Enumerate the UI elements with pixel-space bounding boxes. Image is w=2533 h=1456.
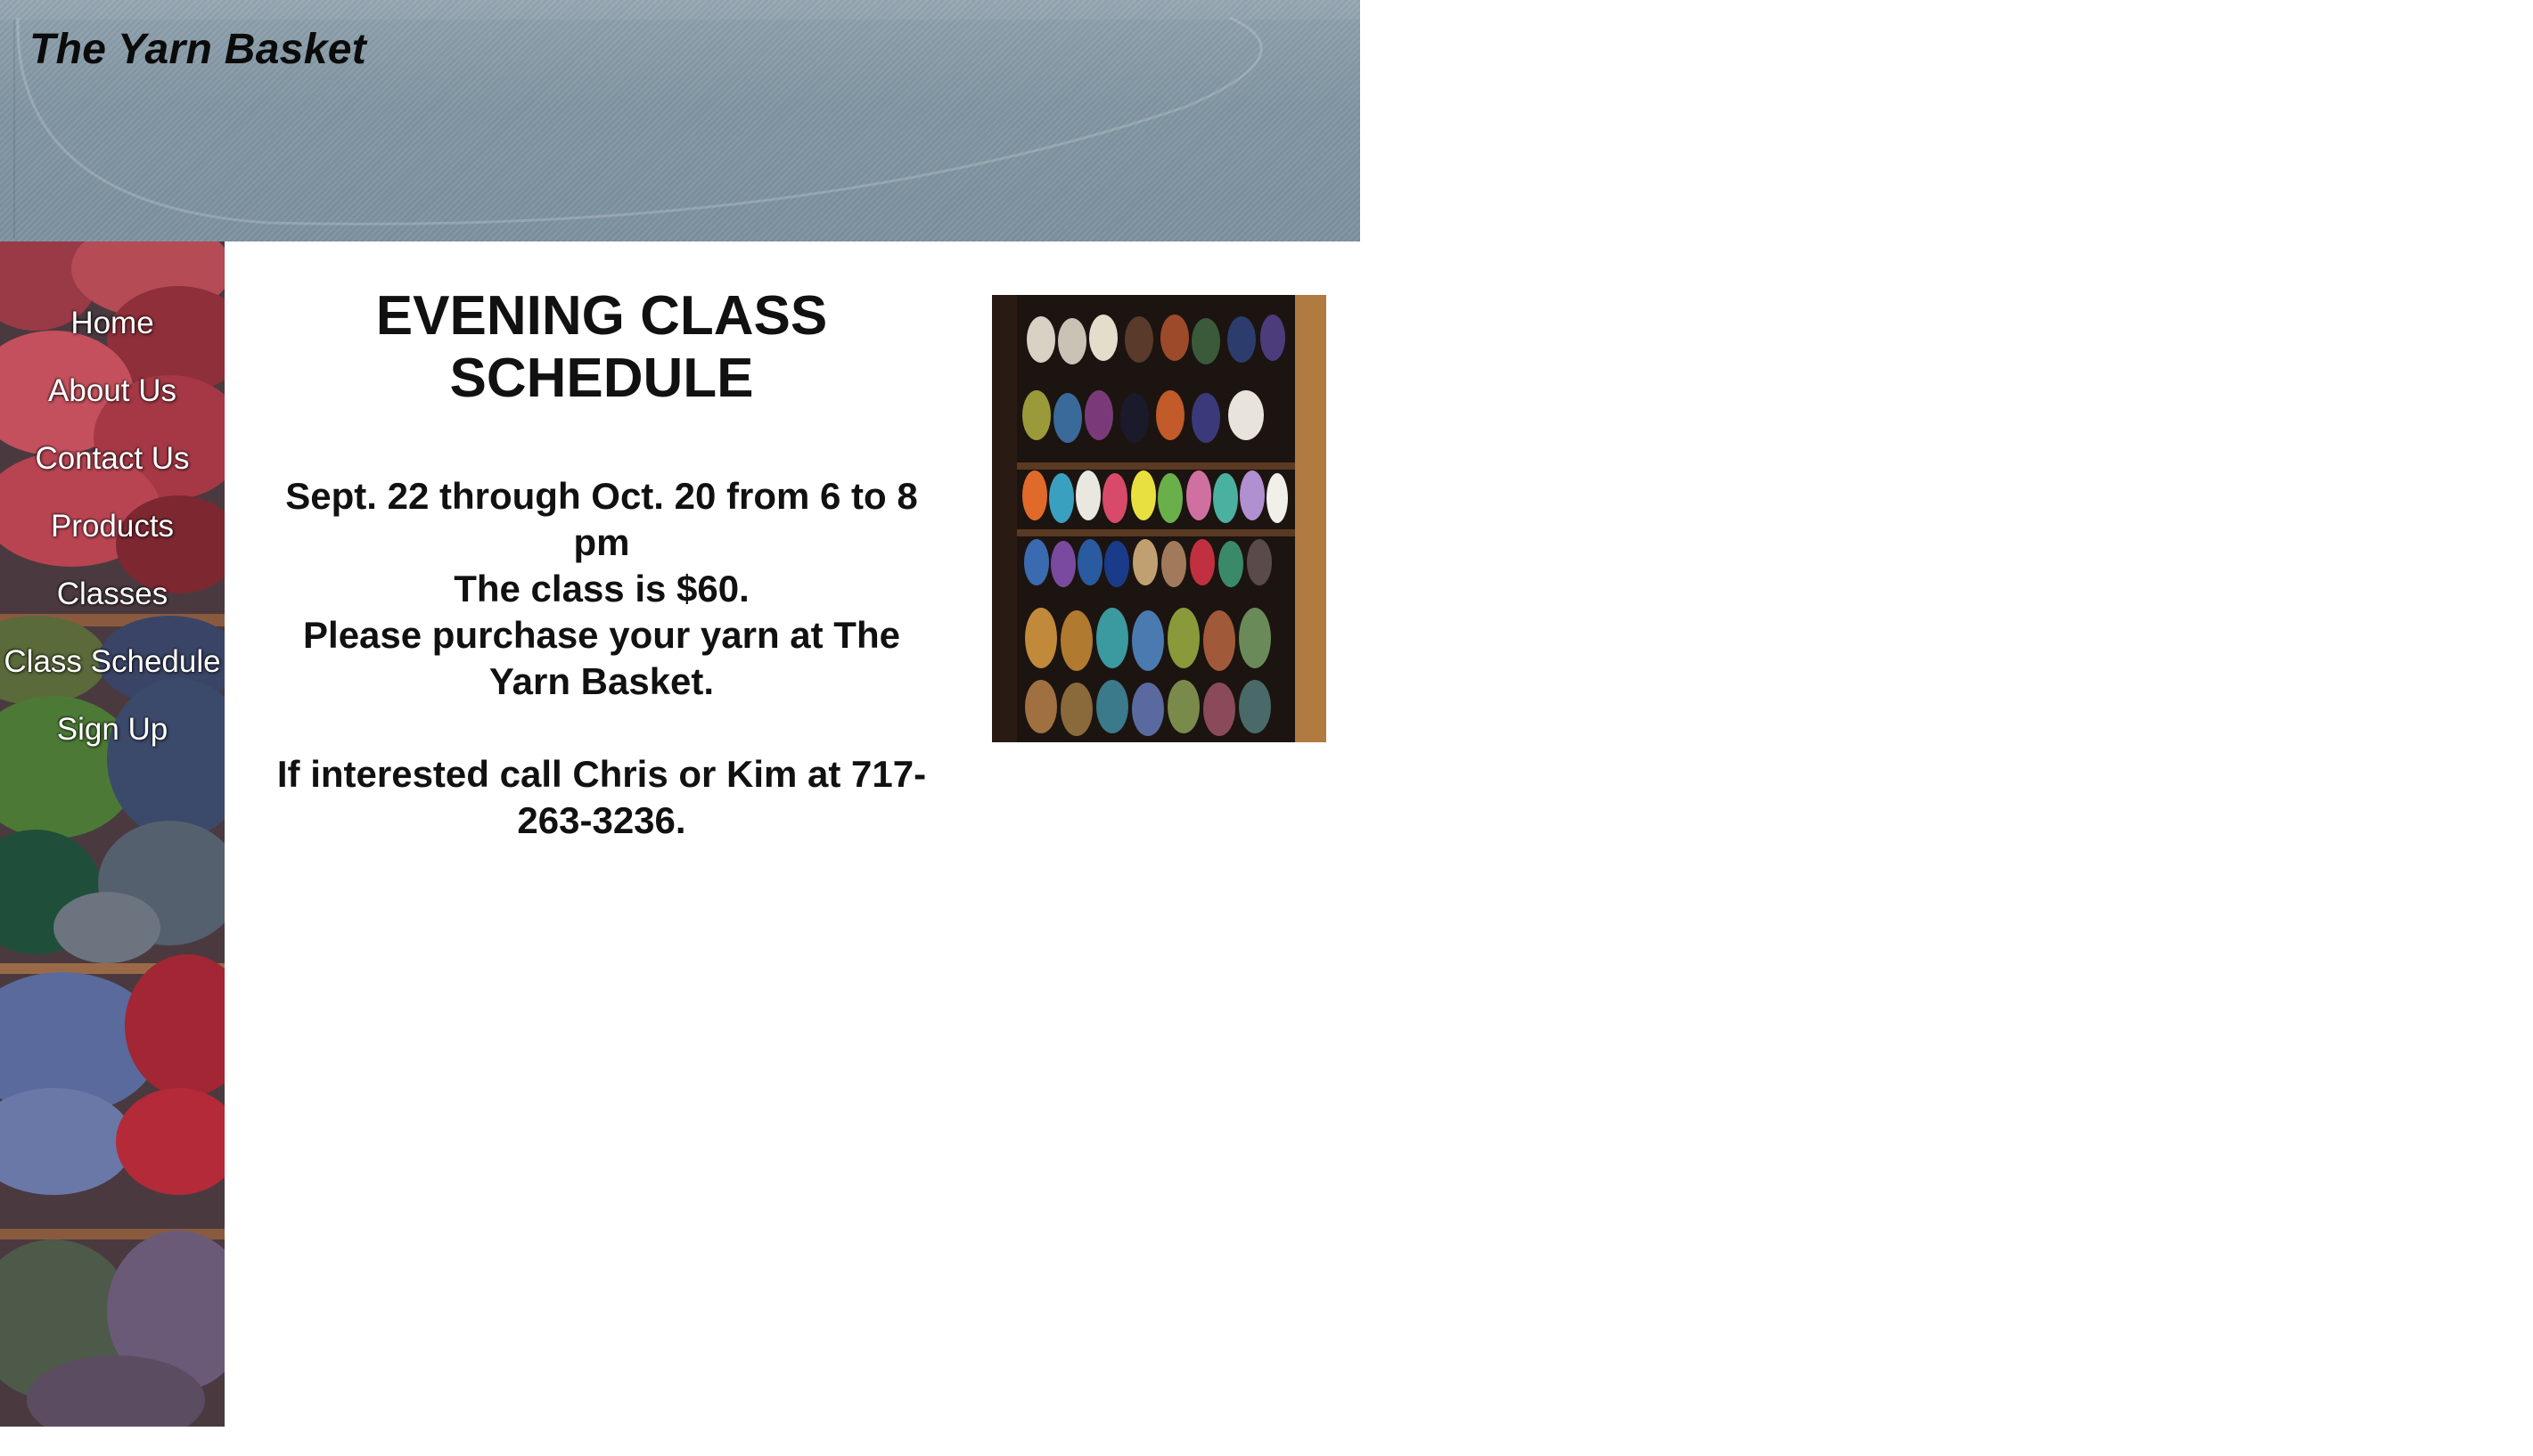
shelf-row-4	[1024, 539, 1272, 587]
contact-info: If interested call Chris or Kim at 717-2…	[276, 753, 927, 841]
nav-link-products[interactable]: Products	[51, 493, 174, 560]
nav-item-about-us: About Us	[0, 357, 225, 425]
nav-item-home: Home	[0, 290, 225, 357]
nav-link-home[interactable]: Home	[70, 290, 153, 357]
purchase-note: Please purchase your yarn at The Yarn Ba…	[303, 614, 900, 702]
header-banner: The Yarn Basket	[0, 0, 1360, 241]
page-title: EVENING CLASS SCHEDULE	[375, 285, 828, 409]
main-nav: Home About Us Contact Us Products Classe…	[0, 290, 225, 764]
nav-item-sign-up: Sign Up	[0, 696, 225, 764]
page: The Yarn Basket Home About Us Contact Us…	[0, 0, 2533, 1456]
nav-item-contact-us: Contact Us	[0, 425, 225, 493]
sidebar: Home About Us Contact Us Products Classe…	[0, 241, 225, 1427]
nav-link-class-schedule[interactable]: Class Schedule	[4, 628, 220, 696]
nav-link-sign-up[interactable]: Sign Up	[57, 696, 168, 764]
site-title: The Yarn Basket	[29, 26, 366, 73]
main-content: EVENING CLASS SCHEDULE Sept. 22 through …	[258, 285, 945, 844]
nav-link-about-us[interactable]: About Us	[48, 357, 176, 425]
nav-item-classes: Classes	[0, 560, 225, 628]
yarn-shelf-photo	[992, 295, 1326, 742]
nav-item-class-schedule: Class Schedule	[0, 628, 225, 696]
nav-link-classes[interactable]: Classes	[57, 560, 168, 628]
class-dates: Sept. 22 through Oct. 20 from 6 to 8 pm	[285, 475, 918, 563]
class-price: The class is $60.	[454, 568, 750, 609]
nav-item-products: Products	[0, 493, 225, 560]
nav-link-contact-us[interactable]: Contact Us	[35, 425, 189, 493]
